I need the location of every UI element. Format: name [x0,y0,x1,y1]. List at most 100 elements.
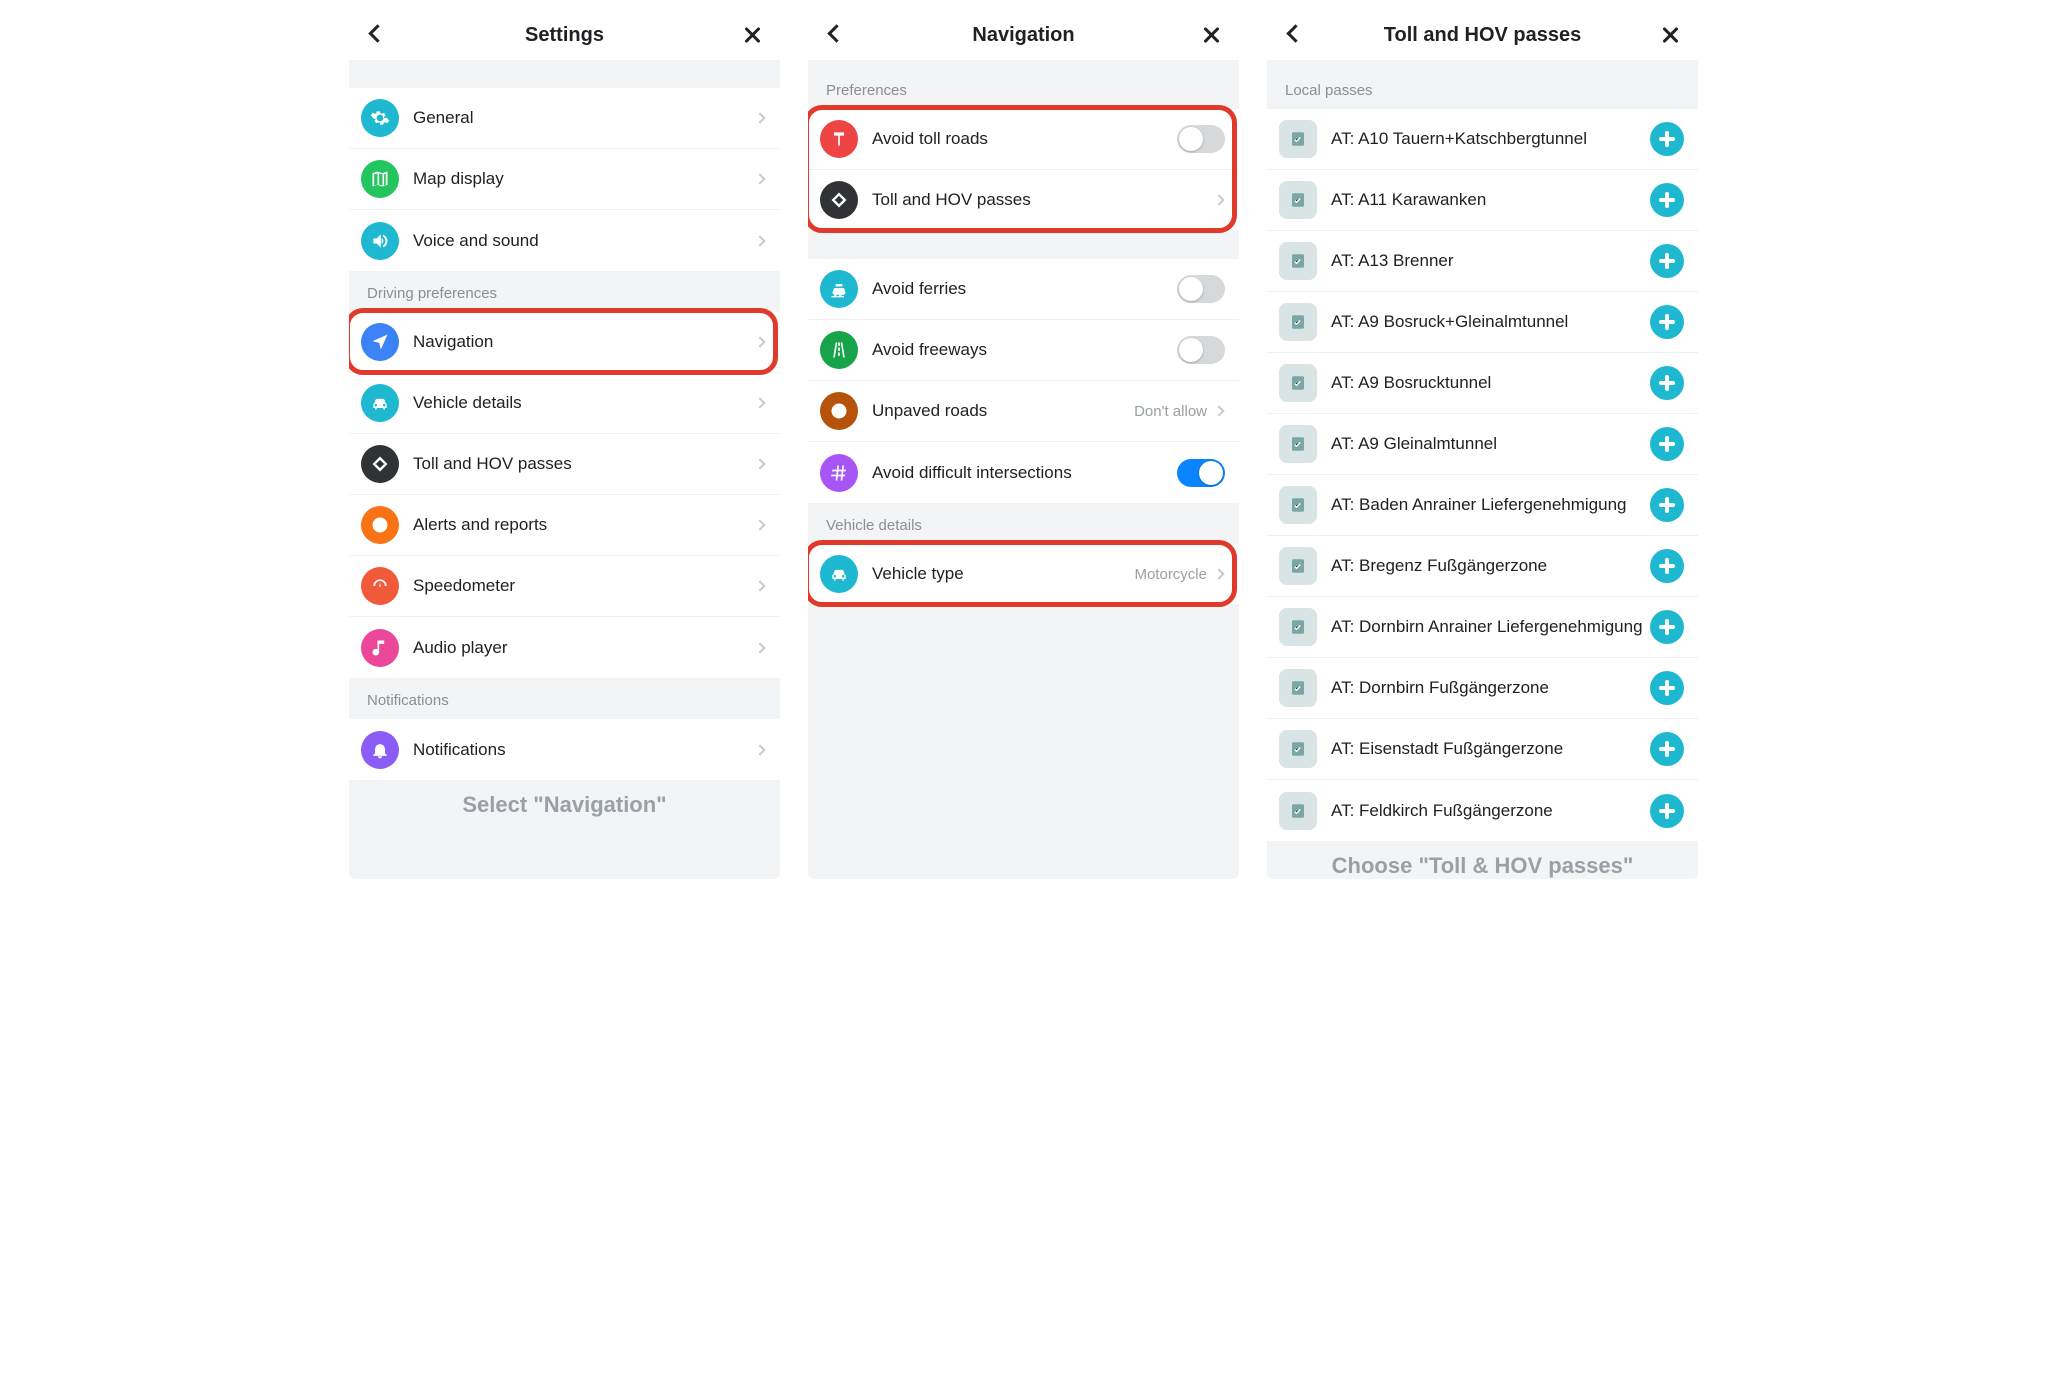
nav-unpaved[interactable]: Unpaved roads Don't allow [808,381,1239,442]
row-label: Audio player [413,638,756,658]
pass-label: AT: A13 Brenner [1331,251,1650,271]
spacer [808,231,1239,259]
settings-toll-hov[interactable]: Toll and HOV passes [349,434,780,495]
plus-icon [1659,558,1675,574]
back-button[interactable] [1281,21,1309,49]
chevron-right-icon [1213,194,1224,205]
plus-icon [1659,192,1675,208]
section-notifications: Notifications [349,678,780,719]
pass-row[interactable]: AT: Dornbirn Fußgängerzone [1267,658,1698,719]
row-label: Voice and sound [413,231,756,251]
toggle-avoid-toll[interactable] [1177,125,1225,153]
add-pass-button[interactable] [1650,732,1684,766]
sound-icon [361,222,399,260]
chevron-left-icon [1289,27,1302,43]
navigation-screen: Navigation Preferences Avoid toll roads … [808,10,1239,879]
row-label: Avoid freeways [872,340,1177,360]
diamond-icon [361,445,399,483]
add-pass-button[interactable] [1650,794,1684,828]
plus-icon [1659,619,1675,635]
nav-avoid-freeways[interactable]: Avoid freeways [808,320,1239,381]
nav-toll-hov[interactable]: Toll and HOV passes [808,170,1239,231]
hash-icon [820,454,858,492]
close-button[interactable] [1197,21,1225,49]
pass-row[interactable]: AT: A9 Bosrucktunnel [1267,353,1698,414]
pass-icon [1279,303,1317,341]
car-icon [820,555,858,593]
settings-voice[interactable]: Voice and sound [349,210,780,271]
toggle-avoid-freeways[interactable] [1177,336,1225,364]
chevron-right-icon [754,173,765,184]
nav-vehicle-type[interactable]: Vehicle type Motorcycle [808,544,1239,605]
pass-icon [1279,730,1317,768]
pass-label: AT: A10 Tauern+Katschbergtunnel [1331,129,1650,149]
add-pass-button[interactable] [1650,305,1684,339]
settings-general[interactable]: General [349,88,780,149]
pass-label: AT: Dornbirn Anrainer Liefergenehmigung [1331,617,1650,637]
pass-icon [1279,120,1317,158]
settings-notifications[interactable]: Notifications [349,719,780,780]
page-title: Navigation [808,24,1239,47]
add-pass-button[interactable] [1650,610,1684,644]
pass-row[interactable]: AT: Eisenstadt Fußgängerzone [1267,719,1698,780]
pass-row[interactable]: AT: A11 Karawanken [1267,170,1698,231]
nav-icon [361,323,399,361]
nav-avoid-ferries[interactable]: Avoid ferries [808,259,1239,320]
pass-row[interactable]: AT: Baden Anrainer Liefergenehmigung [1267,475,1698,536]
nav-avoid-intersections[interactable]: Avoid difficult intersections [808,442,1239,503]
plus-icon [1659,131,1675,147]
nav-avoid-toll[interactable]: Avoid toll roads [808,109,1239,170]
add-pass-button[interactable] [1650,366,1684,400]
back-button[interactable] [363,21,391,49]
pass-row[interactable]: AT: A10 Tauern+Katschbergtunnel [1267,109,1698,170]
freeway-icon [820,331,858,369]
add-pass-button[interactable] [1650,427,1684,461]
toggle-avoid-ferries[interactable] [1177,275,1225,303]
pass-row[interactable]: AT: A13 Brenner [1267,231,1698,292]
add-pass-button[interactable] [1650,183,1684,217]
close-button[interactable] [738,21,766,49]
settings-map-display[interactable]: Map display [349,149,780,210]
pass-icon [1279,669,1317,707]
add-pass-button[interactable] [1650,549,1684,583]
pass-icon [1279,425,1317,463]
gear-icon [361,99,399,137]
bell-icon [361,731,399,769]
pass-label: AT: A9 Gleinalmtunnel [1331,434,1650,454]
chevron-left-icon [371,27,384,43]
pass-label: AT: Feldkirch Fußgängerzone [1331,801,1650,821]
pass-row[interactable]: AT: Dornbirn Anrainer Liefergenehmigung [1267,597,1698,658]
row-label: Toll and HOV passes [872,190,1215,210]
alert-icon [361,506,399,544]
add-pass-button[interactable] [1650,122,1684,156]
diamond-icon [820,181,858,219]
pass-row[interactable]: AT: Feldkirch Fußgängerzone [1267,780,1698,841]
settings-audio-player[interactable]: Audio player [349,617,780,678]
pass-row[interactable]: AT: Bregenz Fußgängerzone [1267,536,1698,597]
row-label: Alerts and reports [413,515,756,535]
passes-screen: Toll and HOV passes Local passes AT: A10… [1267,10,1698,879]
row-label: Map display [413,169,756,189]
add-pass-button[interactable] [1650,244,1684,278]
settings-vehicle-details[interactable]: Vehicle details [349,373,780,434]
close-button[interactable] [1656,21,1684,49]
add-pass-button[interactable] [1650,488,1684,522]
back-button[interactable] [822,21,850,49]
add-pass-button[interactable] [1650,671,1684,705]
car-icon [361,384,399,422]
settings-navigation[interactable]: Navigation [349,312,780,373]
chevron-left-icon [830,27,843,43]
plus-icon [1659,375,1675,391]
settings-speedometer[interactable]: Speedometer [349,556,780,617]
pass-row[interactable]: AT: A9 Gleinalmtunnel [1267,414,1698,475]
pass-icon [1279,181,1317,219]
toggle-avoid-intersections[interactable] [1177,459,1225,487]
section-vehicle-details: Vehicle details [808,503,1239,544]
pass-label: AT: Dornbirn Fußgängerzone [1331,678,1650,698]
caption-passes: Choose "Toll & HOV passes" [1267,853,1698,879]
chevron-right-icon [754,397,765,408]
chevron-right-icon [754,458,765,469]
settings-alerts[interactable]: Alerts and reports [349,495,780,556]
row-label: Vehicle details [413,393,756,413]
pass-row[interactable]: AT: A9 Bosruck+Gleinalmtunnel [1267,292,1698,353]
